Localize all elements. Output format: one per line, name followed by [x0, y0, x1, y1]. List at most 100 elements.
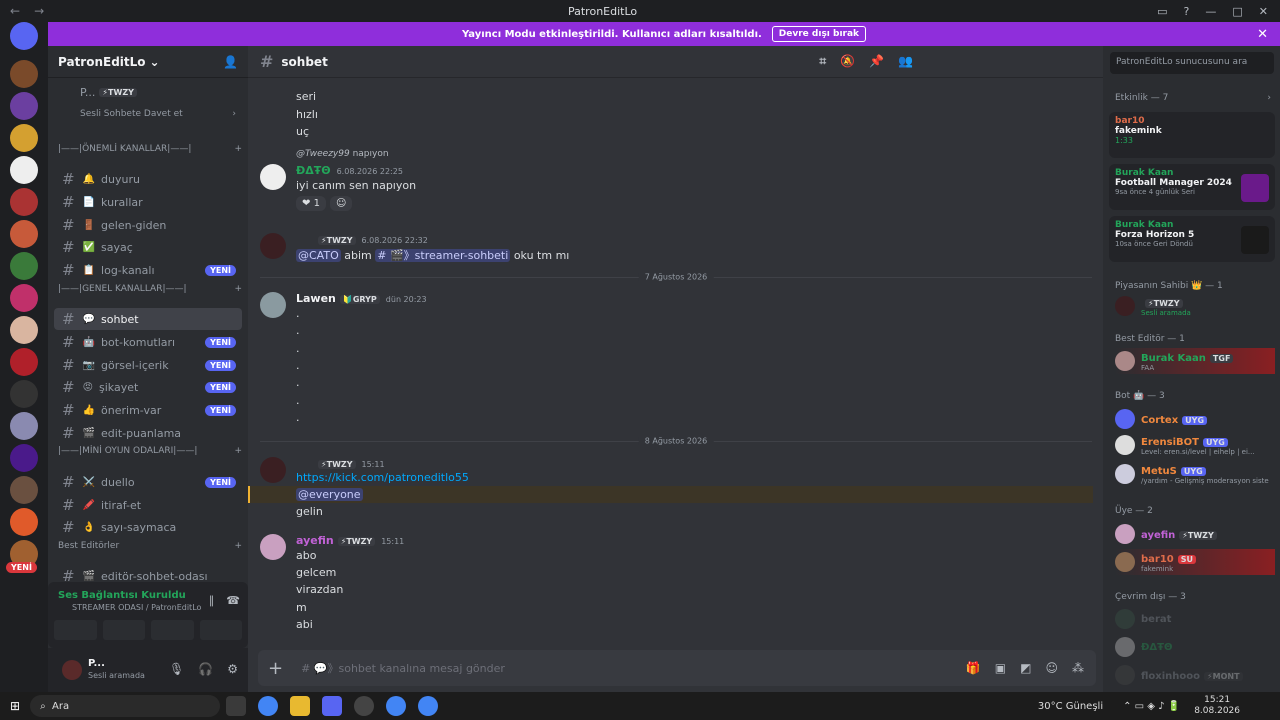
member-row[interactable]: Burak Kaan TGF FAA [1115, 348, 1275, 374]
message-author[interactable]: Lawen [296, 292, 336, 305]
channel-1[interactable]: # 📄 kurallar [54, 191, 242, 213]
message-link[interactable]: https://kick.com/patroneditlo55 [296, 471, 469, 484]
channel-11[interactable]: # ⚔️ duello YENİ [54, 471, 242, 493]
server-icon[interactable] [10, 92, 38, 120]
everyone-mention[interactable]: @everyone [296, 488, 363, 501]
add-reaction-icon[interactable]: ☺ [329, 196, 353, 211]
server-icon[interactable] [10, 380, 38, 408]
avatar[interactable] [260, 164, 286, 190]
server-icon[interactable] [10, 284, 38, 312]
apps-icon[interactable]: ⁂ [1072, 661, 1084, 675]
category-important[interactable]: |——|ÖNEMLİ KANALLAR|——| + [58, 144, 242, 154]
channel-9[interactable]: # 👍 önerim-var YENİ [54, 399, 242, 421]
activity-card[interactable]: bar10 fakemink 1:33 [1109, 112, 1275, 158]
plus-icon[interactable]: + [234, 541, 242, 551]
settings-icon[interactable]: ⚙ [227, 662, 238, 676]
members-icon[interactable]: 👥 [898, 54, 913, 69]
member-row[interactable]: ĐΔŦΘ [1115, 634, 1275, 660]
taskbar-search[interactable]: ⌕ Ara [30, 695, 221, 717]
server-icon[interactable] [10, 220, 38, 248]
server-header[interactable]: PatronEditLo ⌄ 👤 [48, 46, 248, 78]
sticker-icon[interactable]: ◩ [1020, 661, 1031, 675]
member-row[interactable]: MetuS UYG/yardım - Gelişmiş moderasyon si… [1115, 461, 1275, 487]
server-icon[interactable] [10, 156, 38, 184]
member-row[interactable]: berat [1115, 606, 1275, 632]
file-explorer-icon[interactable] [290, 696, 311, 716]
clock[interactable]: 15:21 8.08.2026 [1194, 695, 1240, 717]
camera-button[interactable] [54, 620, 97, 640]
reply-preview[interactable]: @Tweezy99 napıyon [296, 149, 389, 159]
maximize-icon[interactable]: □ [1232, 5, 1242, 18]
channel-10[interactable]: # 🎬 edit-puanlama [54, 422, 242, 444]
invite-voice[interactable]: Sesli Sohbete Davet et › [54, 104, 242, 124]
close-icon[interactable]: ✕ [1257, 27, 1268, 42]
server-icon[interactable] [10, 412, 38, 440]
server-icon[interactable] [10, 124, 38, 152]
chrome-icon[interactable] [258, 696, 279, 716]
threads-icon[interactable]: ⌗ [819, 54, 826, 69]
inbox-icon[interactable]: ▭ [1157, 5, 1167, 18]
emoji-icon[interactable]: ☺ [1045, 661, 1058, 675]
activity-card[interactable]: Burak Kaan Football Manager 2024 9sa önc… [1109, 164, 1275, 210]
gift-icon[interactable]: 🎁 [966, 661, 981, 675]
disconnect-icon[interactable]: ☎ [226, 594, 240, 607]
help-icon[interactable]: ? [1184, 5, 1190, 18]
channel-6[interactable]: # 🤖 bot-komutları YENİ [54, 331, 242, 353]
message-author[interactable]: ĐΔŦΘ [296, 164, 331, 177]
headset-icon[interactable]: 🎧 [198, 662, 213, 676]
user-mention[interactable]: @CATO [296, 249, 341, 262]
add-member-icon[interactable]: 👤 [223, 55, 238, 69]
member-row[interactable]: bar10 SU fakemink [1115, 549, 1275, 575]
channel-0[interactable]: # 🔔 duyuru [54, 168, 242, 190]
voice-user[interactable]: P... ⚡TWZY [54, 82, 242, 102]
back-icon[interactable]: ← [10, 4, 20, 18]
noise-icon[interactable]: ∥ [209, 594, 215, 607]
server-icon[interactable] [10, 188, 38, 216]
avatar[interactable] [260, 292, 286, 318]
search-input[interactable]: PatronEditLo sunucusunu ara [1110, 52, 1274, 74]
forward-icon[interactable]: → [34, 4, 44, 18]
channel-12[interactable]: # 🖍️ itiraf-et [54, 494, 242, 516]
message-author[interactable]: ayefin [296, 534, 334, 547]
channel-3[interactable]: # ✅ sayaç [54, 236, 242, 258]
member-row[interactable]: ayefin ⚡TWZY [1115, 521, 1275, 547]
channel-4[interactable]: # 📋 log-kanalı YENİ [54, 259, 242, 281]
task-view-icon[interactable] [226, 696, 247, 716]
screen-share-button[interactable] [102, 620, 145, 640]
server-icon[interactable] [10, 60, 38, 88]
soundboard-button[interactable] [199, 620, 242, 640]
channel-2[interactable]: # 🚪 gelen-giden [54, 214, 242, 236]
member-row[interactable]: floxinhooo ⚡MONT [1115, 662, 1275, 688]
attach-icon[interactable]: + [268, 658, 283, 679]
windows-start-icon[interactable]: ⊞ [10, 699, 20, 713]
activity-header[interactable]: Etkinlik — 7 › [1115, 93, 1271, 103]
message-input[interactable]: # 💬》sohbet kanalına mesaj gönder [301, 660, 505, 676]
channel-7[interactable]: # 📷 görsel-içerik YENİ [54, 354, 242, 376]
avatar[interactable] [260, 233, 286, 259]
channel-5[interactable]: # 💬 sohbet [54, 308, 242, 330]
minimize-icon[interactable]: — [1205, 5, 1216, 18]
tray-icons[interactable]: ⌃ ▭ ◈ ♪ 🔋 [1123, 701, 1180, 712]
discord-home-icon[interactable] [10, 22, 38, 50]
gif-icon[interactable]: ▣ [995, 661, 1006, 675]
category-editors[interactable]: Best Editörler + [58, 541, 242, 551]
category-general[interactable]: |——|GENEL KANALLAR|——| + [58, 284, 242, 294]
channel-13[interactable]: # 👌 sayı-saymaca [54, 516, 242, 538]
chrome-icon[interactable] [386, 696, 407, 716]
plus-icon[interactable]: + [234, 144, 242, 154]
plus-icon[interactable]: + [234, 446, 242, 456]
category-games[interactable]: |——|MİNİ OYUN ODALARI|——| + [58, 446, 242, 456]
pin-icon[interactable]: 📌 [869, 54, 884, 69]
server-icon[interactable] [10, 252, 38, 280]
discord-icon[interactable] [322, 696, 343, 716]
member-row[interactable]: ⚡TWZY Sesli aramada [1115, 293, 1275, 319]
notifications-icon[interactable]: 🔕 [840, 54, 855, 69]
weather-widget[interactable]: 30°C Güneşli [1038, 701, 1103, 712]
activities-button[interactable] [151, 620, 194, 640]
close-window-icon[interactable]: ✕ [1259, 5, 1268, 18]
avatar[interactable] [62, 660, 82, 680]
app-icon[interactable] [354, 696, 375, 716]
channel-8[interactable]: # 😡 şikayet YENİ [54, 376, 242, 398]
chrome-icon[interactable] [418, 696, 439, 716]
member-row[interactable]: Cortex UYG [1115, 406, 1275, 432]
